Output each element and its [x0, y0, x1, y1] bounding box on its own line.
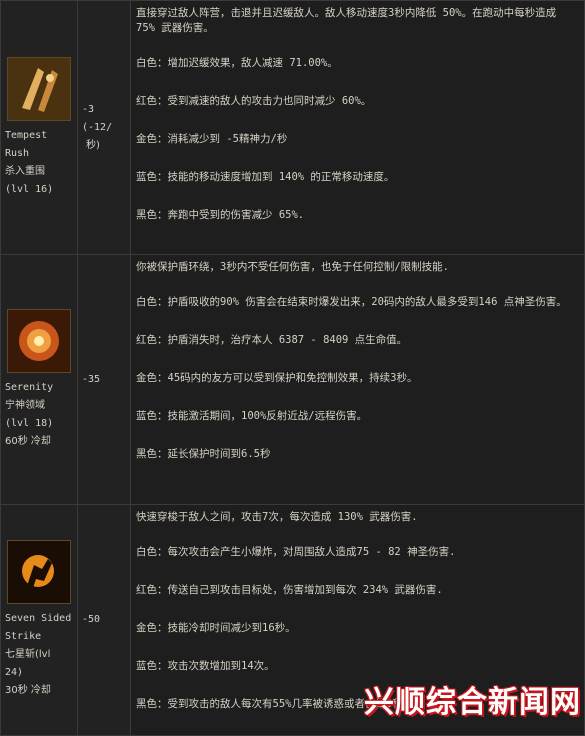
cost-line: -3 [82, 103, 95, 115]
skill-level: (lvl 18) [5, 417, 54, 429]
rune-gold: 金色：45码内的友方可以受到保护和免控制效果，持续3秒。 [136, 372, 418, 384]
skill-description-cell: 你被保护盾环绕，3秒内不受任何伤害，也免于任何控制/限制技能. 白色：护盾吸收的… [130, 254, 585, 505]
skill-english-name: Serenity [5, 381, 54, 393]
rune-white: 白色：每次攻击会产生小爆炸，对周围敌人造成75 - 82 神圣伤害. [136, 546, 456, 558]
rune-black: 黑色：延长保护时间到6.5秒 [136, 448, 271, 460]
cost-line: (-12/ [82, 121, 113, 133]
tempest-rush-icon [7, 56, 71, 121]
skill-row-serenity: Serenity 宁神领域 (lvl 18) 60秒 冷却 -35 你被保护盾环… [0, 254, 585, 505]
skill-chinese-name: 七星斩(lvl [5, 649, 51, 660]
skill-english-name: Tempest Rush [5, 129, 48, 159]
rune-blue: 蓝色：攻击次数增加到14次。 [136, 660, 275, 672]
skill-cost-cell: -3 (-12/ 秒) [77, 0, 131, 255]
rune-blue: 蓝色：技能激活期间，100%反射近战/远程伤害。 [136, 410, 368, 422]
cost-line: -50 [82, 614, 101, 625]
skill-description-cell: 直接穿过敌人阵营，击退并且迟缓敌人。敌人移动速度3秒内降低 50%。在跑动中每秒… [130, 0, 585, 255]
cost-line: 秒) [86, 139, 100, 151]
skills-table: Tempest Rush 杀入重围 (lvl 16) -3 (-12/ 秒) 直… [0, 0, 585, 736]
serenity-icon [7, 308, 71, 373]
rune-white: 白色：护盾吸收的90% 伤害会在结束时爆发出来，20码内的敌人最多受到146 点… [136, 296, 567, 308]
rune-red: 红色：传送自己到攻击目标处，伤害增加到每次 234% 武器伤害. [136, 584, 443, 596]
skill-chinese-name: 杀入重围 [5, 165, 45, 177]
rune-red: 红色：护盾消失时，治疗本人 6387 - 8409 点生命值。 [136, 334, 408, 346]
rune-gold: 金色：技能冷却时间减少到16秒。 [136, 622, 296, 634]
seven-sided-strike-icon [7, 540, 71, 604]
site-watermark: 兴顺综合新闻网 [364, 685, 581, 720]
skill-row-tempest-rush: Tempest Rush 杀入重围 (lvl 16) -3 (-12/ 秒) 直… [0, 0, 585, 255]
skill-description: 你被保护盾环绕，3秒内不受任何伤害，也免于任何控制/限制技能. [136, 261, 449, 273]
skill-level: (lvl 16) [5, 183, 54, 195]
rune-black: 黑色：奔跑中受到的伤害减少 65%. [136, 209, 305, 221]
rune-red: 红色：受到减速的敌人的攻击力也同时减少 60%。 [136, 95, 372, 107]
skill-name-cell: Tempest Rush 杀入重围 (lvl 16) [0, 0, 78, 255]
rune-white: 白色：增加迟缓效果，敌人减速 71.00%。 [136, 57, 338, 69]
skill-level: 24) [5, 667, 24, 678]
rune-gold: 金色：消耗减少到 -5精神力/秒 [136, 133, 288, 145]
skill-cooldown: 30秒 冷却 [5, 685, 51, 696]
skill-cooldown: 60秒 冷却 [5, 435, 51, 447]
skill-cost-cell: -35 [77, 254, 131, 505]
skill-description: 直接穿过敌人阵营，击退并且迟缓敌人。敌人移动速度3秒内降低 50%。在跑动中每秒… [136, 7, 557, 34]
skill-description: 快速穿梭于敌人之间，攻击7次，每次造成 130% 武器伤害. [136, 511, 418, 523]
cost-line: -35 [82, 373, 101, 385]
skill-cost-cell: -50 [77, 504, 131, 736]
skill-name-cell: Seven Sided Strike 七星斩(lvl 24) 30秒 冷却 [0, 504, 78, 736]
skill-english-name: Seven Sided Strike [5, 613, 72, 642]
skill-name-cell: Serenity 宁神领域 (lvl 18) 60秒 冷却 [0, 254, 78, 505]
skill-chinese-name: 宁神领域 [5, 399, 45, 411]
rune-blue: 蓝色：技能的移动速度增加到 140% 的正常移动速度。 [136, 171, 395, 183]
